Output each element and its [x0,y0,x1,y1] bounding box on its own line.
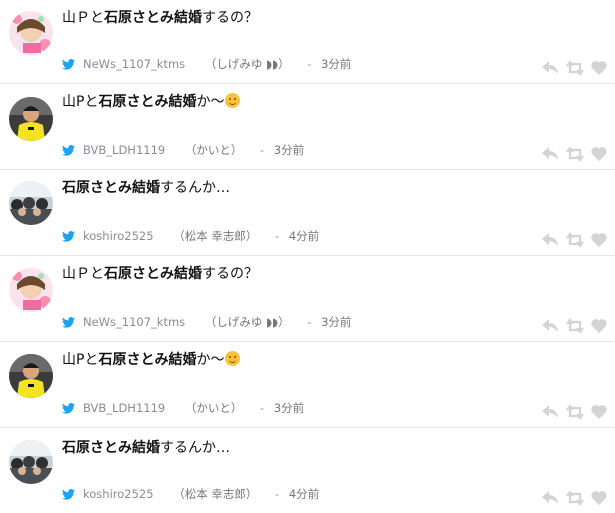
tweet-text-pre: 山Ｐと [62,10,104,26]
tweet-text-post: するの？ [202,266,258,282]
tweet-actions [541,60,607,76]
tweet-text: 山Pと石原さとみ結婚か〜 [62,93,241,111]
tweet-display-name: （松本 幸志郎） [173,487,258,501]
tweet-username[interactable]: NeWs_1107_ktms [83,57,185,71]
tweet-text-pre: 山Pと [62,352,99,368]
retweet-icon[interactable] [566,490,584,506]
meta-separator: - [275,229,280,243]
tweet-text-post: か〜 [196,94,225,110]
tweet-meta: BVB_LDH1119 （かいと） - 3分前 [62,401,304,417]
like-heart-icon[interactable] [591,404,607,419]
tweet: 石原さとみ結婚するんか… koshiro2525 （松本 幸志郎） - 4分前 [0,428,615,513]
twitter-bird-icon [62,59,75,73]
tweet: 山Pと石原さとみ結婚か〜 BVB_LDH1119 （かいと） - 3分前 [0,84,615,170]
tweet-timestamp[interactable]: 4分前 [289,229,319,243]
tweet-text-highlight: 石原さとみ結婚 [62,440,160,456]
retweet-icon[interactable] [566,318,584,334]
tweet-meta: koshiro2525 （松本 幸志郎） - 4分前 [62,229,319,245]
tweet-text: 石原さとみ結婚するんか… [62,179,230,197]
reply-icon[interactable] [541,60,559,76]
tweet-actions [541,490,607,506]
tweet-display-name: （松本 幸志郎） [173,229,258,243]
tweet-meta: NeWs_1107_ktms （しげみゆ ◗◗） - 3分前 [62,315,351,331]
tweet: 山Ｐと石原さとみ結婚するの？ NeWs_1107_ktms （しげみゆ ◗◗） … [0,0,615,84]
meta-separator: - [260,143,265,157]
meta-separator: - [307,315,312,329]
avatar[interactable] [9,181,53,225]
tweet-text-post: するんか… [160,180,230,196]
tweet-timestamp[interactable]: 3分前 [321,315,351,329]
tweet-actions [541,404,607,420]
avatar[interactable] [9,354,53,398]
avatar[interactable] [9,11,53,55]
tweet-meta: koshiro2525 （松本 幸志郎） - 4分前 [62,487,319,503]
tweet-username[interactable]: NeWs_1107_ktms [83,315,185,329]
tweet-meta: BVB_LDH1119 （かいと） - 3分前 [62,143,304,159]
reply-icon[interactable] [541,490,559,506]
like-heart-icon[interactable] [591,490,607,505]
tweet-text-post: か〜 [196,352,225,368]
tweet-username[interactable]: koshiro2525 [83,229,154,243]
tweet: 石原さとみ結婚するんか… koshiro2525 （松本 幸志郎） - 4分前 [0,170,615,256]
tweet-meta: NeWs_1107_ktms （しげみゆ ◗◗） - 3分前 [62,57,351,73]
meta-separator: - [307,57,312,71]
like-heart-icon[interactable] [591,318,607,333]
tweet-feed: 山Ｐと石原さとみ結婚するの？ NeWs_1107_ktms （しげみゆ ◗◗） … [0,0,615,513]
tweet-display-name: （しげみゆ ◗◗） [204,315,290,329]
smiling-face-emoji [225,93,241,108]
like-heart-icon[interactable] [591,146,607,161]
tweet-actions [541,318,607,334]
tweet-text-highlight: 石原さとみ結婚 [98,352,197,368]
tweet-timestamp[interactable]: 4分前 [289,487,319,501]
tweet-text-pre: 山Pと [62,94,99,110]
tweet-text-post: するんか… [160,440,230,456]
tweet-timestamp[interactable]: 3分前 [274,143,304,157]
tweet-display-name: （かいと） [184,143,243,157]
smiling-face-emoji [225,351,241,366]
tweet-display-name: （かいと） [184,401,243,415]
tweet-text: 山Pと石原さとみ結婚か〜 [62,351,241,369]
tweet-text: 山Ｐと石原さとみ結婚するの？ [62,265,258,283]
meta-separator: - [260,401,265,415]
twitter-bird-icon [62,317,75,331]
tweet-username[interactable]: BVB_LDH1119 [83,401,165,415]
retweet-icon[interactable] [566,146,584,162]
tweet-text-post: するの？ [202,10,258,26]
tweet-display-name: （しげみゆ ◗◗） [204,57,290,71]
avatar[interactable] [9,97,53,141]
avatar[interactable] [9,440,53,484]
retweet-icon[interactable] [566,60,584,76]
reply-icon[interactable] [541,404,559,420]
tweet: 山Ｐと石原さとみ結婚するの？ NeWs_1107_ktms （しげみゆ ◗◗） … [0,256,615,342]
avatar[interactable] [9,268,53,312]
tweet-timestamp[interactable]: 3分前 [274,401,304,415]
tweet-text-highlight: 石原さとみ結婚 [104,266,202,282]
like-heart-icon[interactable] [591,232,607,247]
tweet-text: 山Ｐと石原さとみ結婚するの？ [62,9,258,27]
retweet-icon[interactable] [566,232,584,248]
tweet-timestamp[interactable]: 3分前 [321,57,351,71]
tweet-text-highlight: 石原さとみ結婚 [62,180,160,196]
twitter-bird-icon [62,489,75,503]
tweet-actions [541,146,607,162]
tweet: 山Pと石原さとみ結婚か〜 BVB_LDH1119 （かいと） - 3分前 [0,342,615,428]
tweet-text: 石原さとみ結婚するんか… [62,439,230,457]
retweet-icon[interactable] [566,404,584,420]
tweet-text-highlight: 石原さとみ結婚 [98,94,197,110]
like-heart-icon[interactable] [591,60,607,75]
meta-separator: - [275,487,280,501]
tweet-username[interactable]: koshiro2525 [83,487,154,501]
tweet-actions [541,232,607,248]
reply-icon[interactable] [541,146,559,162]
reply-icon[interactable] [541,318,559,334]
tweet-text-pre: 山Ｐと [62,266,104,282]
twitter-bird-icon [62,145,75,159]
reply-icon[interactable] [541,232,559,248]
tweet-username[interactable]: BVB_LDH1119 [83,143,165,157]
twitter-bird-icon [62,403,75,417]
twitter-bird-icon [62,231,75,245]
tweet-text-highlight: 石原さとみ結婚 [104,10,202,26]
